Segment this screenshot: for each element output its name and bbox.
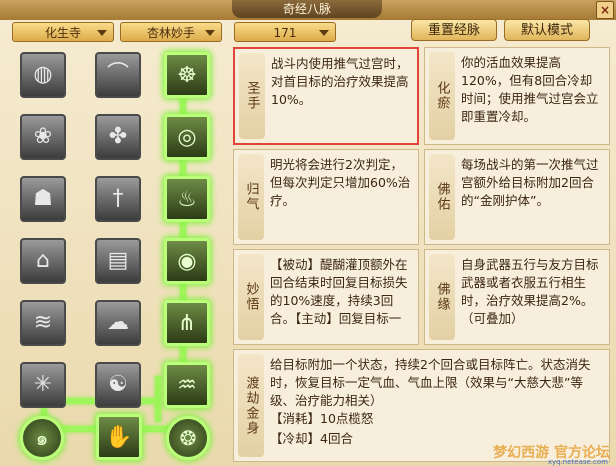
meridian-slot[interactable]: ✳ <box>20 362 66 408</box>
skill-description: 你的活血效果提高120%，但有8回合冷却时间；使用推气过宫会立即重置冷却。 <box>461 55 599 124</box>
meridian-slot[interactable]: ☯ <box>95 362 141 408</box>
skill-name: 妙悟 <box>238 254 264 340</box>
warrior-icon: ☸ <box>177 63 197 88</box>
sect-dropdown-value: 化生寺 <box>44 26 81 40</box>
meridian-slot[interactable]: ✋ <box>96 414 142 460</box>
meridian-slot[interactable]: ◍ <box>20 52 66 98</box>
orb-icon: ☯ <box>108 372 128 397</box>
branch-icon: ✳ <box>33 372 53 397</box>
window-title: 奇经八脉 <box>232 0 382 18</box>
meridian-slot[interactable]: ❂ <box>166 416 210 460</box>
skill-card[interactable]: 化瘀 你的活血效果提高120%，但有8回合冷却时间；使用推气过宫会立即重置冷却。 <box>424 47 610 145</box>
skill-description: 明光将会进行2次判定，但每次判定只增加60%治疗。 <box>270 157 411 208</box>
grass-icon: ⋔ <box>177 311 197 336</box>
default-mode-button[interactable]: 默认模式 <box>504 19 590 41</box>
cloud-icon: ☁ <box>107 310 129 335</box>
reset-meridian-button[interactable]: 重置经脉 <box>411 19 497 41</box>
meridian-window: 奇经八脉 × 化生寺 杏林妙手 171 重置经脉 默认模式 ◍ ⌒ ☸ ❀ ✤ … <box>0 0 616 466</box>
temple-icon: ⌂ <box>36 248 50 273</box>
skill-name: 归气 <box>238 154 264 240</box>
meridian-slot[interactable]: ❀ <box>20 114 66 160</box>
sword-icon: † <box>112 186 124 211</box>
close-button[interactable]: × <box>596 1 614 19</box>
school-dropdown[interactable]: 杏林妙手 <box>120 22 222 42</box>
meridian-slot[interactable]: ✤ <box>95 114 141 160</box>
meridian-slot[interactable]: ⋔ <box>164 300 210 346</box>
meridian-slot[interactable]: ⌒ <box>95 52 141 98</box>
skill-card[interactable]: 佛佑 每场战斗的第一次推气过宫额外给目标附加2回合的“金刚护体”。 <box>424 149 610 245</box>
skill-card[interactable]: 归气 明光将会进行2次判定，但每次判定只增加60%治疗。 <box>233 149 419 245</box>
meridian-slot[interactable]: ◎ <box>164 114 210 160</box>
level-dropdown[interactable]: 171 <box>234 22 336 42</box>
level-dropdown-value: 171 <box>273 26 297 40</box>
meridian-slot[interactable]: ๑ <box>20 416 64 460</box>
swirl-icon: ❂ <box>179 426 197 450</box>
chevron-down-icon <box>319 30 329 36</box>
book-icon: ▤ <box>107 248 129 273</box>
meridian-slot[interactable]: ≋ <box>20 300 66 346</box>
sect-dropdown[interactable]: 化生寺 <box>12 22 114 42</box>
spiral-icon: ๑ <box>35 426 49 450</box>
skill-name: 佛缘 <box>429 254 455 340</box>
meridian-slot[interactable]: † <box>95 176 141 222</box>
meridian-slot[interactable]: ♨ <box>164 176 210 222</box>
lotus-icon: ❀ <box>33 124 53 149</box>
hand-icon: ✋ <box>105 425 133 450</box>
watermark-url: xyq.netease.com <box>547 458 608 466</box>
skill-name: 化瘀 <box>429 52 455 140</box>
meridian-slot[interactable]: ◉ <box>164 238 210 284</box>
meridian-slot[interactable]: ☁ <box>95 300 141 346</box>
buddha-icon: ☗ <box>33 186 53 211</box>
jade-icon: ◉ <box>177 249 197 274</box>
meridian-grid: ◍ ⌒ ☸ ❀ ✤ ◎ ☗ † ♨ ⌂ ▤ ◉ ≋ ☁ ⋔ ✳ ☯ ♒ ๑ ✋ … <box>6 46 226 464</box>
skill-description: 【被动】醍醐灌顶额外在回合结束时回复目标损失的10%速度，持续3回合。【主动】回… <box>270 257 408 326</box>
meridian-slot[interactable]: ☸ <box>164 52 210 98</box>
wave-icon: ♒ <box>177 373 197 398</box>
ring-icon: ◎ <box>177 125 197 150</box>
fire-icon: ♨ <box>177 187 197 212</box>
skill-description: 战斗内使用推气过宫时，对首目标的治疗效果提高10%。 <box>271 56 409 107</box>
skill-name: 渡劫金身 <box>238 354 264 457</box>
school-dropdown-value: 杏林妙手 <box>146 26 195 40</box>
rainbow-icon: ⌒ <box>106 62 129 87</box>
skill-description: 每场战斗的第一次推气过宫额外给目标附加2回合的“金刚护体”。 <box>461 157 599 208</box>
skill-description: 给目标附加一个状态，持续2个回合或目标阵亡。状态消失时，恢复目标一定气血、气血上… <box>270 357 591 408</box>
cross-seal-icon: ✤ <box>108 124 128 149</box>
skill-cost: 【消耗】10点榄怒 <box>270 411 374 426</box>
meridian-slot[interactable]: ♒ <box>164 362 210 408</box>
chevron-down-icon <box>97 30 107 36</box>
rock-icon: ◍ <box>33 62 53 87</box>
skill-card[interactable]: 妙悟 【被动】醍醐灌顶额外在回合结束时回复目标损失的10%速度，持续3回合。【主… <box>233 249 419 345</box>
meridian-slot[interactable]: ▤ <box>95 238 141 284</box>
skill-card[interactable]: 圣手 战斗内使用推气过宫时，对首目标的治疗效果提高10%。 <box>233 47 419 145</box>
skill-name: 佛佑 <box>429 154 455 240</box>
skill-name: 圣手 <box>239 53 265 139</box>
meridian-slot[interactable]: ⌂ <box>20 238 66 284</box>
skill-description: 自身武器五行与友方目标武器或者衣服五行相生时，治疗效果提高2%。（可叠加） <box>461 257 599 326</box>
bamboo-icon: ≋ <box>33 310 53 335</box>
chevron-down-icon <box>205 30 215 36</box>
meridian-slot[interactable]: ☗ <box>20 176 66 222</box>
skill-card[interactable]: 佛缘 自身武器五行与友方目标武器或者衣服五行相生时，治疗效果提高2%。（可叠加） <box>424 249 610 345</box>
